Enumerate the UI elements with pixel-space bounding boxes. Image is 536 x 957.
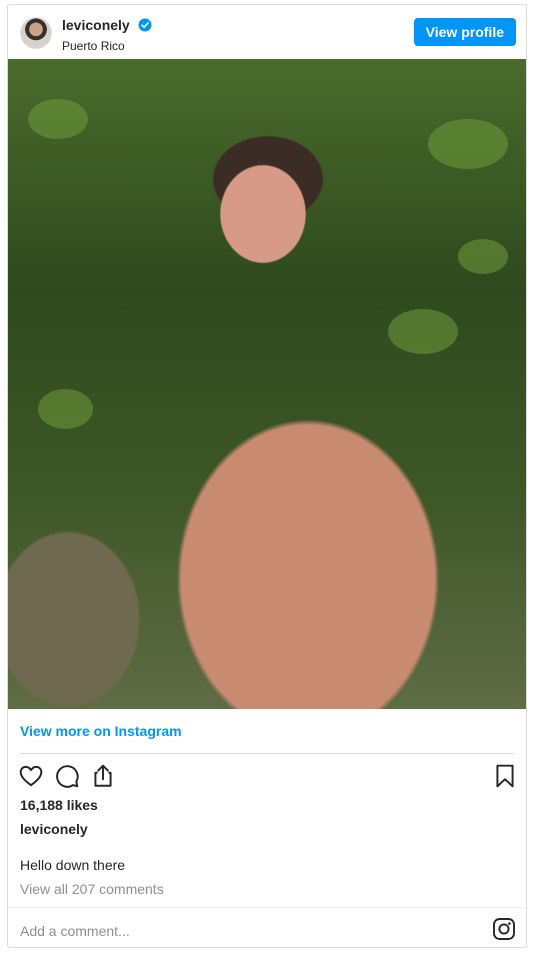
- divider: [20, 753, 514, 754]
- instagram-embed-card: leviconely Puerto Rico View profile View…: [7, 4, 527, 948]
- foliage-detail: [388, 309, 458, 354]
- avatar[interactable]: [20, 17, 52, 49]
- view-more-on-instagram-link[interactable]: View more on Instagram: [20, 723, 182, 739]
- share-icon[interactable]: [90, 763, 116, 789]
- verified-badge-icon: [138, 18, 152, 37]
- view-profile-button[interactable]: View profile: [413, 18, 516, 46]
- post-photo[interactable]: [8, 59, 526, 709]
- divider: [8, 907, 526, 908]
- comment-bubble-icon[interactable]: [54, 763, 80, 789]
- foliage-detail: [38, 389, 93, 429]
- owner-username-link[interactable]: leviconely: [20, 821, 88, 837]
- post-header: leviconely Puerto Rico View profile: [8, 5, 526, 59]
- add-comment-field[interactable]: Add a comment...: [20, 923, 130, 939]
- user-info: leviconely Puerto Rico: [62, 17, 152, 54]
- foliage-detail: [428, 119, 508, 169]
- caption-text: Hello down there: [20, 857, 126, 873]
- username-link[interactable]: leviconely: [62, 17, 130, 33]
- heart-icon[interactable]: [18, 763, 44, 789]
- likes-count[interactable]: 16,188 likes: [20, 797, 98, 813]
- view-all-comments-link[interactable]: View all 207 comments: [20, 881, 164, 897]
- bookmark-icon[interactable]: [492, 763, 518, 789]
- location-link[interactable]: Puerto Rico: [62, 38, 152, 54]
- action-bar: [18, 763, 518, 789]
- foliage-detail: [458, 239, 508, 274]
- foliage-detail: [28, 99, 88, 139]
- instagram-logo-icon[interactable]: [492, 917, 516, 941]
